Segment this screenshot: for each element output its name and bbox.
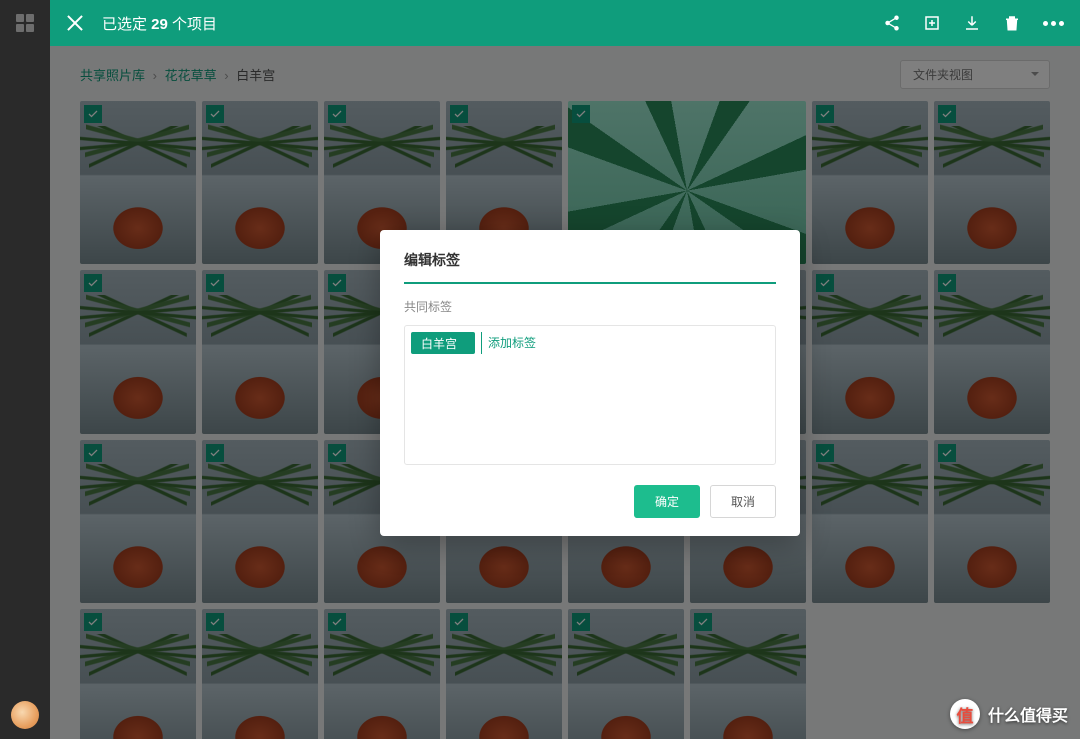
more-icon[interactable] [1043,21,1064,26]
title-prefix: 已选定 [102,16,151,33]
edit-tags-dialog: 编辑标签 共同标签 白羊宫 确定 取消 [380,230,800,536]
close-icon[interactable] [66,14,84,32]
header-actions [883,14,1064,32]
user-avatar[interactable] [11,701,39,729]
dialog-title: 编辑标签 [404,250,776,284]
download-icon[interactable] [963,14,981,32]
watermark: 值 什么值得买 [950,699,1068,729]
cancel-button[interactable]: 取消 [710,485,776,518]
tag-chip[interactable]: 白羊宫 [411,332,475,354]
tag-input[interactable] [481,332,649,354]
watermark-text: 什么值得买 [988,702,1068,726]
ok-button[interactable]: 确定 [634,485,700,518]
title-suffix: 个项目 [168,16,217,33]
dialog-sublabel: 共同标签 [404,298,776,315]
apps-grid-icon[interactable] [16,14,34,32]
tag-editor[interactable]: 白羊宫 [404,325,776,465]
title-count: 29 [151,16,168,33]
app-root: 已选定 29 个项目 共享照片库 › 花花草草 › 白羊宫 [0,0,1080,739]
share-icon[interactable] [883,14,901,32]
add-to-album-icon[interactable] [923,14,941,32]
sidebar [0,0,50,739]
main-area: 已选定 29 个项目 共享照片库 › 花花草草 › 白羊宫 [50,0,1080,739]
delete-icon[interactable] [1003,14,1021,32]
selection-title: 已选定 29 个项目 [102,13,217,34]
dialog-actions: 确定 取消 [404,485,776,518]
watermark-logo: 值 [950,699,980,729]
selection-header: 已选定 29 个项目 [50,0,1080,46]
